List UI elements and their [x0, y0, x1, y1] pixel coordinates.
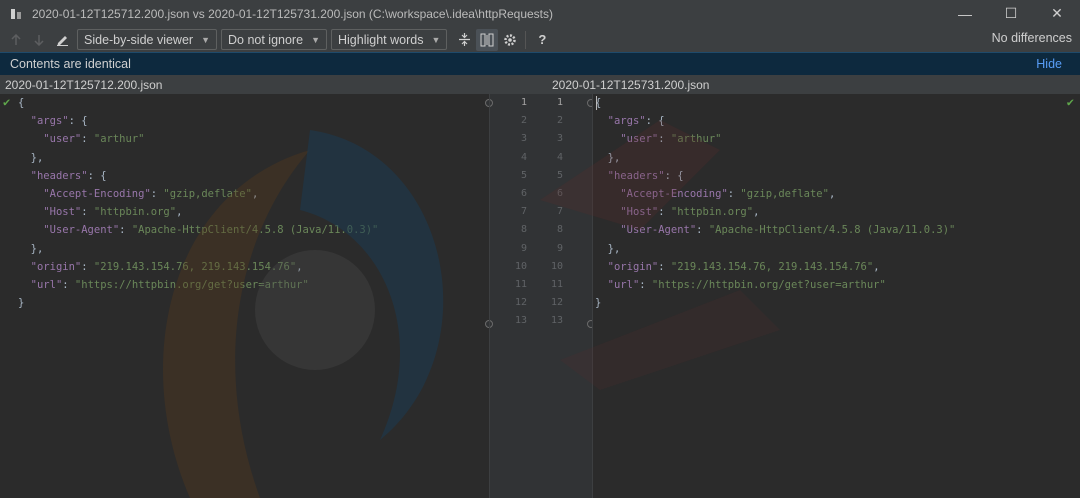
line-number: 6 [556, 187, 563, 199]
code-line: { [18, 97, 25, 109]
hide-link[interactable]: Hide [1036, 57, 1062, 71]
checkmark-icon: ✔ [3, 95, 11, 109]
help-icon[interactable]: ? [531, 29, 553, 51]
left-file-header: 2020-01-12T125712.200.json [0, 75, 489, 94]
code-line: "user": "arthur" [43, 133, 145, 146]
line-number: 3 [520, 133, 527, 145]
code-line: "origin": "219.143.154.76, 219.143.154.7… [607, 260, 880, 273]
code-line: }, [18, 242, 44, 255]
title-bar: 2020-01-12T125712.200.json vs 2020-01-12… [0, 0, 1080, 27]
left-code-area[interactable]: { "args": { "user": "arthur" }, "headers… [18, 94, 378, 330]
code-line: "Accept-Encoding": "gzip,deflate", [43, 187, 259, 200]
code-line: "User-Agent": "Apache-HttpClient/4.5.8 (… [620, 224, 956, 237]
code-line: "User-Agent": "Apache-HttpClient/4.5.8 (… [43, 224, 379, 237]
left-line-numbers: 1 2 3 4 5 6 7 8 9 10 11 12 13 [497, 94, 527, 330]
line-number: 1 [556, 97, 563, 108]
line-number: 4 [556, 151, 563, 163]
left-divider [489, 94, 490, 498]
window-title: 2020-01-12T125712.200.json vs 2020-01-12… [32, 6, 554, 21]
right-code-area[interactable]: { "args": { "user": "arthur" }, "headers… [595, 94, 955, 330]
highlight-mode-dropdown[interactable]: Highlight words ▼ [330, 29, 448, 50]
right-file-header: 2020-01-12T125731.200.json [489, 75, 1080, 94]
code-line: }, [595, 151, 621, 164]
ignore-whitespace-dropdown[interactable]: Do not ignore ▼ [221, 29, 327, 50]
line-number: 2 [556, 115, 563, 127]
line-number: 6 [520, 187, 527, 199]
code-line: "args": { [607, 115, 665, 128]
edit-icon[interactable] [51, 29, 73, 51]
ignore-label: Do not ignore [228, 32, 304, 47]
code-line: "origin": "219.143.154.76, 219.143.154.7… [30, 260, 303, 273]
toolbar-separator [525, 30, 527, 49]
diff-app-icon [9, 7, 23, 21]
line-number: 2 [520, 115, 527, 127]
line-number: 7 [556, 206, 563, 218]
code-line: "url": "https://httpbin.org/get?user=art… [30, 278, 309, 291]
next-diff-icon[interactable] [28, 29, 50, 51]
maximize-button[interactable]: ☐ [988, 0, 1034, 27]
code-line: "url": "https://httpbin.org/get?user=art… [607, 278, 886, 291]
line-number: 12 [550, 297, 563, 309]
close-button[interactable]: ✕ [1034, 0, 1080, 27]
line-number: 5 [520, 169, 527, 181]
diff-status: No differences [991, 31, 1072, 45]
line-number: 8 [556, 224, 563, 236]
line-number: 10 [550, 260, 563, 272]
code-line: } [18, 297, 25, 310]
checkmark-icon: ✔ [1066, 95, 1074, 109]
line-number: 11 [514, 278, 527, 290]
chevron-down-icon: ▼ [311, 34, 320, 45]
line-number: 5 [556, 169, 563, 181]
code-line: } [595, 297, 602, 310]
code-line: "Host": "httpbin.org", [43, 206, 183, 219]
line-number: 13 [550, 315, 563, 327]
line-number: 4 [520, 151, 527, 163]
line-number: 8 [520, 224, 527, 236]
settings-icon[interactable] [499, 29, 521, 51]
identical-message: Contents are identical [10, 57, 131, 71]
code-line: "args": { [30, 115, 88, 128]
code-line: }, [18, 151, 44, 164]
code-line: }, [595, 242, 621, 255]
text-caret [596, 96, 597, 110]
right-file-name: 2020-01-12T125731.200.json [552, 77, 710, 92]
prev-diff-icon[interactable] [5, 29, 27, 51]
left-editor[interactable]: ✔ { "args": { "user": "arthur" }, "heade… [0, 94, 489, 498]
viewer-mode-dropdown[interactable]: Side-by-side viewer ▼ [77, 29, 217, 50]
code-line: "headers": { [30, 169, 107, 182]
right-editor[interactable]: ✔ { "args": { "user": "arthur" }, "heade… [593, 94, 1080, 498]
line-number: 13 [514, 315, 527, 327]
diff-toolbar: Side-by-side viewer ▼ Do not ignore ▼ Hi… [0, 27, 1080, 52]
right-line-numbers: 1 2 3 4 5 6 7 8 9 10 11 12 13 [533, 94, 563, 330]
code-line: "user": "arthur" [620, 133, 722, 146]
line-number: 9 [520, 242, 527, 254]
line-number: 1 [520, 97, 527, 108]
line-number: 11 [550, 278, 563, 290]
line-number: 3 [556, 133, 563, 145]
line-number-gutter: 1 2 3 4 5 6 7 8 9 10 11 12 13 1 2 3 4 5 6 7 8 9 10 11 12 13 [485, 94, 595, 498]
chevron-down-icon: ▼ [201, 34, 210, 45]
code-line: { [595, 97, 602, 109]
line-number: 9 [556, 242, 563, 254]
viewer-mode-label: Side-by-side viewer [84, 32, 194, 47]
code-line: "headers": { [607, 169, 684, 182]
collapse-unchanged-icon[interactable] [453, 29, 475, 51]
chevron-down-icon: ▼ [431, 34, 441, 45]
code-line: "Accept-Encoding": "gzip,deflate", [620, 187, 836, 200]
sync-scroll-icon[interactable] [476, 28, 499, 51]
highlight-label: Highlight words [337, 32, 424, 47]
notification-bar: Contents are identical Hide [0, 52, 1080, 75]
minimize-button[interactable]: — [942, 0, 988, 27]
code-line: "Host": "httpbin.org", [620, 206, 760, 219]
left-file-name: 2020-01-12T125712.200.json [5, 77, 163, 92]
line-number: 12 [514, 297, 527, 309]
line-number: 7 [520, 206, 527, 218]
line-number: 10 [514, 260, 527, 272]
